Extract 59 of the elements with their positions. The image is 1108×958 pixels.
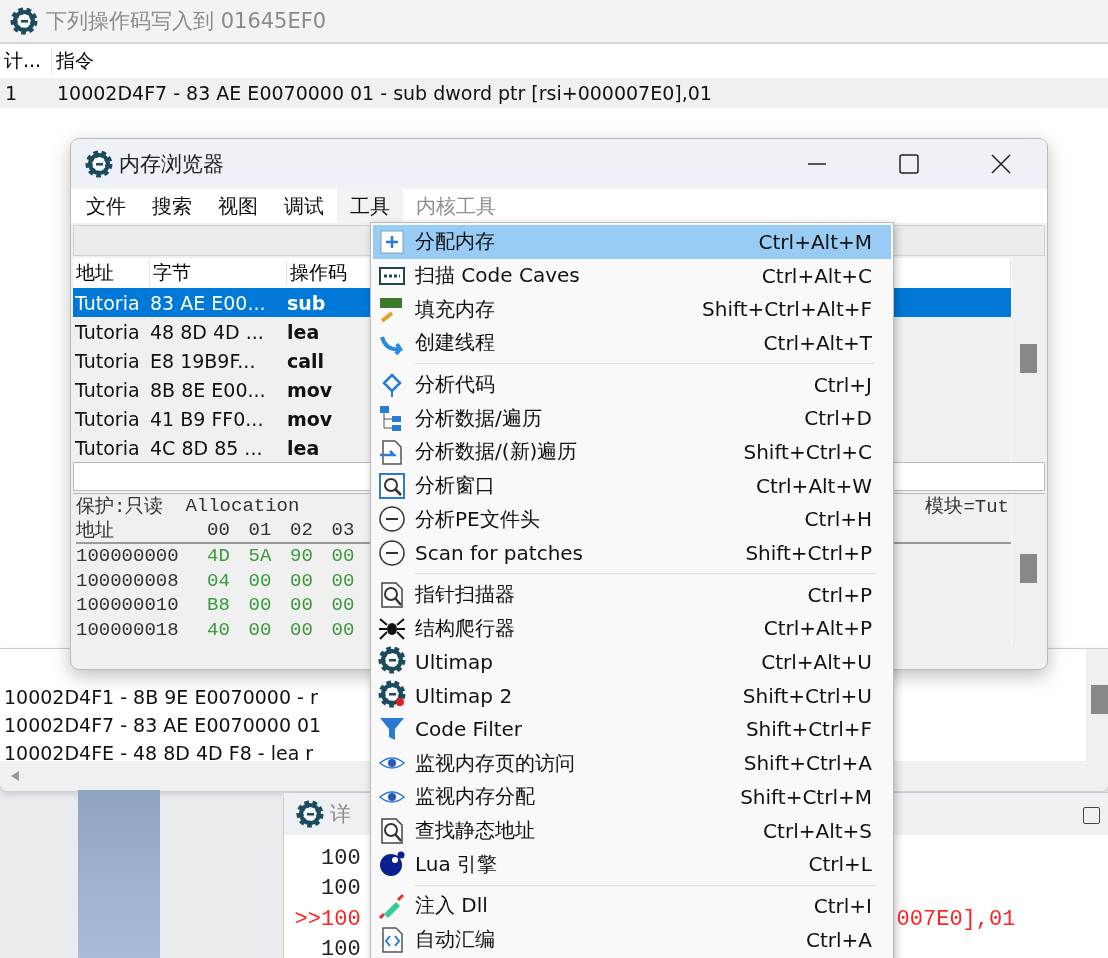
hex-byte: 04 <box>207 569 231 592</box>
hex-address: 100000000 <box>76 545 180 568</box>
current-code-line: >>100 <box>293 906 361 932</box>
protection-label: 保护:只读 <box>76 495 164 519</box>
hex-address: 100000008 <box>76 569 180 592</box>
code-line: 10002D4F7 - 83 AE E0070000 01 <box>4 713 322 738</box>
bytes-cell: 4C 8D 85 ... <box>150 436 263 459</box>
bytes-cell: E8 19B9F... <box>150 349 256 372</box>
hex-byte: 00 <box>248 569 273 592</box>
module-label: 模块=Tut <box>925 495 1009 519</box>
hex-address: 100000018 <box>76 618 180 641</box>
code-fragment: 007E0],01 <box>896 906 1016 932</box>
window-title: 详 <box>330 801 351 828</box>
hex-byte: 90 <box>290 545 314 568</box>
opcode-cell: mov <box>287 378 333 401</box>
bytes-cell: 8B 8E E00... <box>150 378 266 401</box>
hex-byte: B8 <box>207 594 231 617</box>
hex-byte: 00 <box>331 569 356 592</box>
address-cell-text: Tutoria <box>74 349 140 372</box>
table-cell-text: 1 <box>4 82 19 104</box>
address-cell-text: Tutoria <box>74 320 140 343</box>
hex-byte: 4D <box>207 545 231 568</box>
bytes-cell: 83 AE E00... <box>150 291 266 314</box>
hex-byte: 00 <box>331 594 356 617</box>
column-header: 03 <box>331 519 356 541</box>
hex-byte: 00 <box>331 618 356 641</box>
opcode-cell: mov <box>287 407 333 430</box>
opcode-cell: call <box>287 349 325 372</box>
code-line: 100 <box>321 845 361 871</box>
column-header: 00 <box>207 519 231 541</box>
table-cell-text: 10002D4F7 - 83 AE E0070000 01 - sub dword ptr [rsi+000007E0],01 <box>56 82 713 104</box>
hex-byte: 00 <box>290 569 314 592</box>
column-header: 地址 <box>76 519 115 543</box>
address-cell-text: Tutoria <box>74 436 140 459</box>
bytes-cell: 41 B9 FF0... <box>150 407 264 430</box>
opcode-cell: lea <box>287 436 320 459</box>
opcode-cell: sub <box>287 291 326 314</box>
hex-byte: 00 <box>331 545 356 568</box>
code-line: 100 <box>321 937 361 958</box>
column-header: 01 <box>248 519 273 541</box>
address-cell-text: Tutoria <box>74 378 140 401</box>
window-title: 内存浏览器 <box>119 151 224 178</box>
hex-byte: 00 <box>248 594 273 617</box>
allocation-label: Allocation <box>185 495 300 517</box>
hex-address: 100000010 <box>76 594 180 617</box>
hex-byte: 5A <box>248 545 273 568</box>
column-header: 02 <box>290 519 314 541</box>
code-line: 100 <box>321 876 361 902</box>
window-title: 下列操作码写入到 01645EF0 <box>46 8 327 35</box>
hex-byte: 00 <box>248 618 273 641</box>
address-cell-text: Tutoria <box>74 407 140 430</box>
hex-byte: 00 <box>290 594 314 617</box>
opcode-cell: lea <box>287 320 320 343</box>
hex-byte: 40 <box>207 618 231 641</box>
address-cell-text: Tutoria <box>74 291 140 314</box>
code-line: 10002D4F1 - 8B 9E E0070000 - r <box>4 685 318 710</box>
bytes-cell: 48 8D 4D ... <box>150 320 264 343</box>
code-line: 10002D4FE - 48 8D 4D F8 - lea r <box>4 741 314 761</box>
hex-byte: 00 <box>290 618 314 641</box>
